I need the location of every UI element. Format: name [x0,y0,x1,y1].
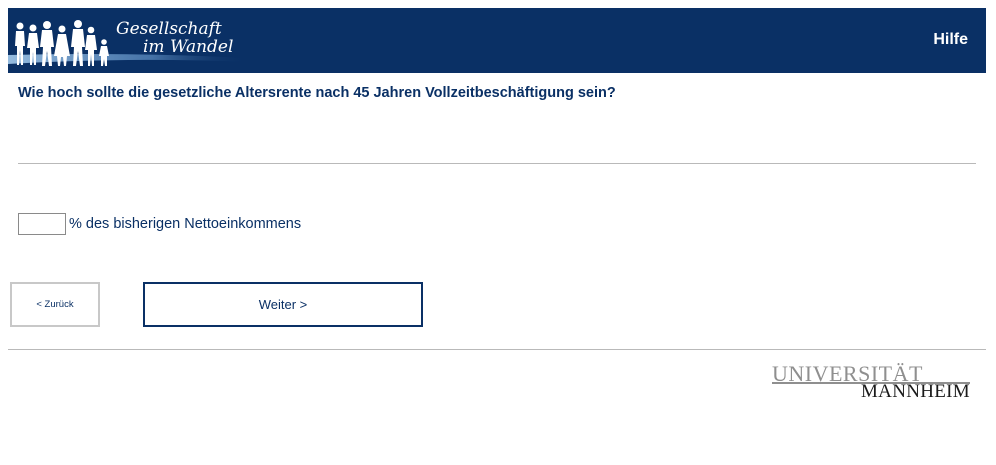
divider-bottom [8,349,986,350]
people-silhouettes-icon [15,20,109,66]
university-line-2: MANNHEIM [860,381,970,402]
logo-text: Gesellschaft im Wandel [116,20,233,56]
percent-suffix-label: % des bisherigen Nettoeinkommens [69,216,302,232]
question-text: Wie hoch sollte die gesetzliche Altersre… [18,85,616,101]
help-link[interactable]: Hilfe [933,31,968,49]
divider-top [18,163,976,164]
survey-page: Gesellschaft im Wandel Hilfe Wie hoch so… [0,0,996,465]
gesellschaft-im-wandel-logo: Gesellschaft im Wandel [8,8,248,73]
next-button[interactable]: Weiter > [143,282,423,327]
logo-line-1: Gesellschaft [116,19,222,39]
back-button[interactable]: < Zurück [10,282,100,327]
header-bar: Gesellschaft im Wandel Hilfe [8,8,986,73]
logo-line-2: im Wandel [143,37,234,57]
universitaet-mannheim-logo: UNIVERSITÄT MANNHEIM [772,363,972,403]
percent-input[interactable] [18,213,66,235]
